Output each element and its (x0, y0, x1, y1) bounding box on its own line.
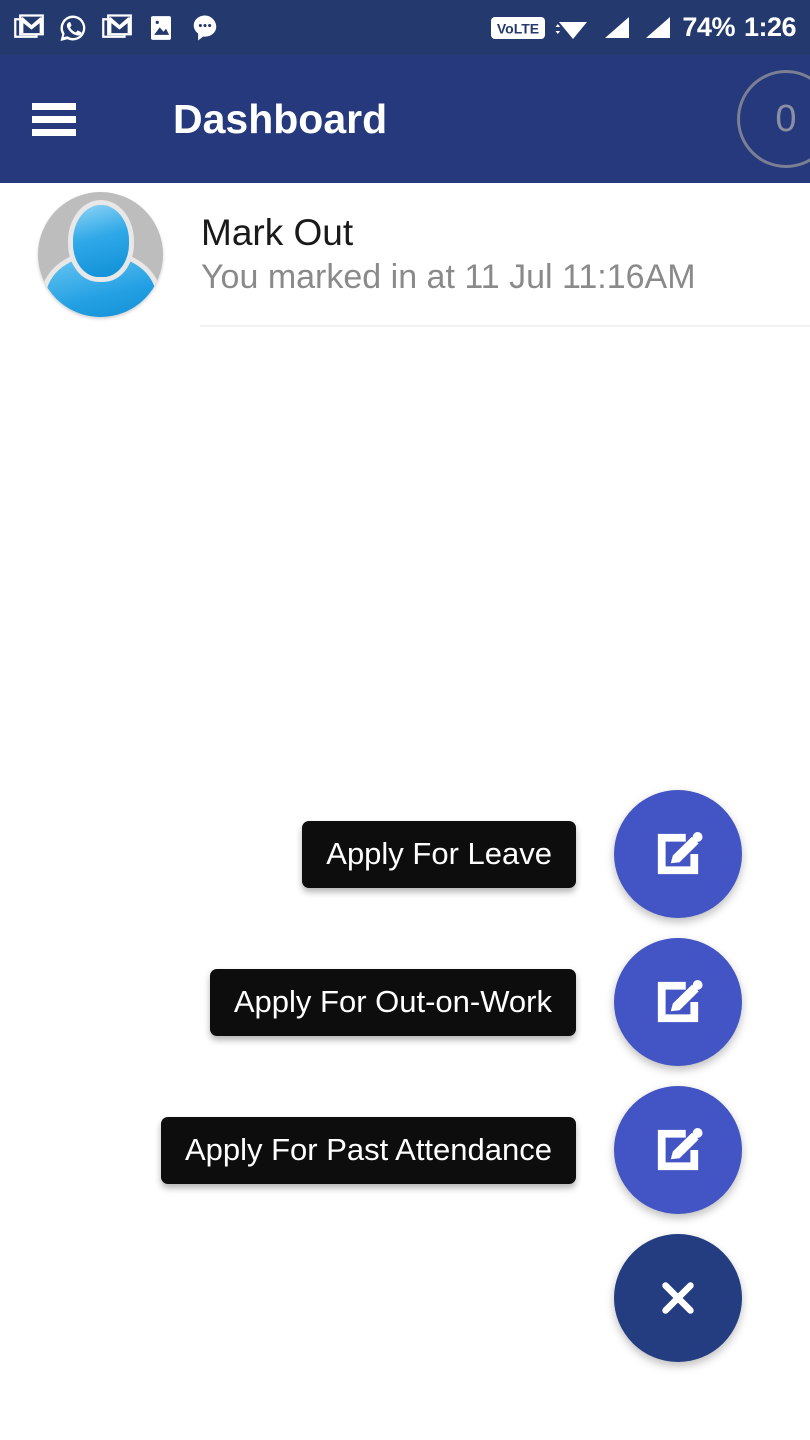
battery-percent-label: 74% (682, 12, 735, 42)
edit-square-icon (657, 980, 703, 1023)
fab-row-apply-for-out-on-work: Apply For Out-on-Work (209, 938, 742, 1066)
system-status-icons: VoLTE 74% 1:26 (490, 12, 797, 43)
notification-count-label: 0 (775, 97, 797, 140)
wifi-icon (555, 21, 588, 39)
whatsapp-icon (60, 15, 86, 41)
signal-bars-icon (605, 16, 630, 38)
avatar-head-shape (72, 204, 129, 277)
notification-count-badge[interactable]: 0 (737, 70, 810, 168)
notification-icons (14, 13, 220, 43)
gallery-icon (151, 15, 171, 40)
list-divider (200, 325, 810, 327)
fab-speed-dial-menu: Apply For Leave Apply For Out-on-Work Ap… (0, 790, 810, 1390)
mark-out-list-item[interactable]: Mark Out You marked in at 11 Jul 11:16AM (0, 183, 810, 325)
fab-button-apply-for-out-on-work[interactable] (614, 938, 742, 1066)
mark-out-title: Mark Out (201, 212, 354, 254)
clock-label: 1:26 (743, 12, 797, 42)
signal-bars-icon (646, 16, 671, 38)
fab-row-apply-for-leave: Apply For Leave (302, 790, 742, 918)
volte-icon: VoLTE (491, 16, 546, 39)
user-avatar-icon (38, 191, 163, 317)
gmail-icon (14, 13, 44, 38)
volte-label: VoLTE (497, 20, 539, 36)
gmail-icon (102, 13, 132, 38)
edit-square-icon (657, 1128, 703, 1171)
mark-out-text-block: Mark Out You marked in at 11 Jul 11:16AM (201, 212, 696, 296)
fab-row-apply-for-past-attendance: Apply For Past Attendance (160, 1086, 742, 1214)
edit-square-icon (657, 832, 703, 875)
fab-close-button[interactable] (614, 1234, 742, 1362)
messages-icon (193, 15, 217, 40)
app-bar: Dashboard 0 (0, 55, 810, 183)
fab-row-close (614, 1234, 742, 1362)
fab-button-apply-for-past-attendance[interactable] (614, 1086, 742, 1214)
fab-label-apply-for-past-attendance[interactable]: Apply For Past Attendance (160, 1116, 576, 1184)
mark-out-subtitle: You marked in at 11 Jul 11:16AM (201, 257, 696, 296)
status-bar: VoLTE 74% 1:26 (0, 0, 810, 55)
app-screen: VoLTE 74% 1:26 Dashboard 0 Mark Out You … (0, 0, 810, 1440)
hamburger-menu-icon[interactable] (32, 102, 76, 136)
fab-button-apply-for-leave[interactable] (614, 790, 742, 918)
fab-label-apply-for-out-on-work[interactable]: Apply For Out-on-Work (209, 968, 576, 1036)
close-x-icon (662, 1282, 694, 1314)
page-title: Dashboard (173, 95, 388, 142)
fab-label-apply-for-leave[interactable]: Apply For Leave (302, 820, 576, 888)
